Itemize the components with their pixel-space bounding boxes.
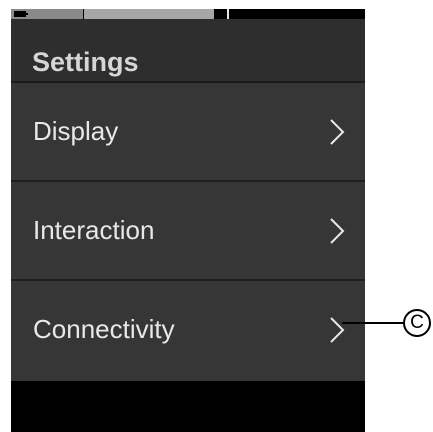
status-divider (227, 9, 229, 19)
menu-item-label: Interaction (33, 215, 155, 245)
chevron-right-icon (330, 317, 345, 343)
chevron-right-icon (330, 218, 345, 244)
page-title: Settings (32, 47, 139, 77)
menu-item-label: Connectivity (33, 314, 175, 344)
status-segment (11, 9, 83, 19)
menu-item-interaction[interactable]: Interaction (11, 182, 365, 281)
status-segment (84, 9, 214, 19)
status-bar (11, 9, 365, 19)
chevron-right-icon (330, 119, 345, 145)
menu-item-display[interactable]: Display (11, 83, 365, 182)
menu-item-label: Display (33, 116, 119, 146)
settings-header: Settings (11, 19, 365, 83)
callout-line (342, 322, 404, 324)
battery-icon (14, 11, 28, 17)
bottom-bar (11, 381, 365, 432)
menu-item-connectivity[interactable]: Connectivity (11, 281, 365, 381)
callout-marker: C (403, 309, 431, 337)
device-screen: Settings Display Interaction Connectivit… (11, 9, 365, 432)
